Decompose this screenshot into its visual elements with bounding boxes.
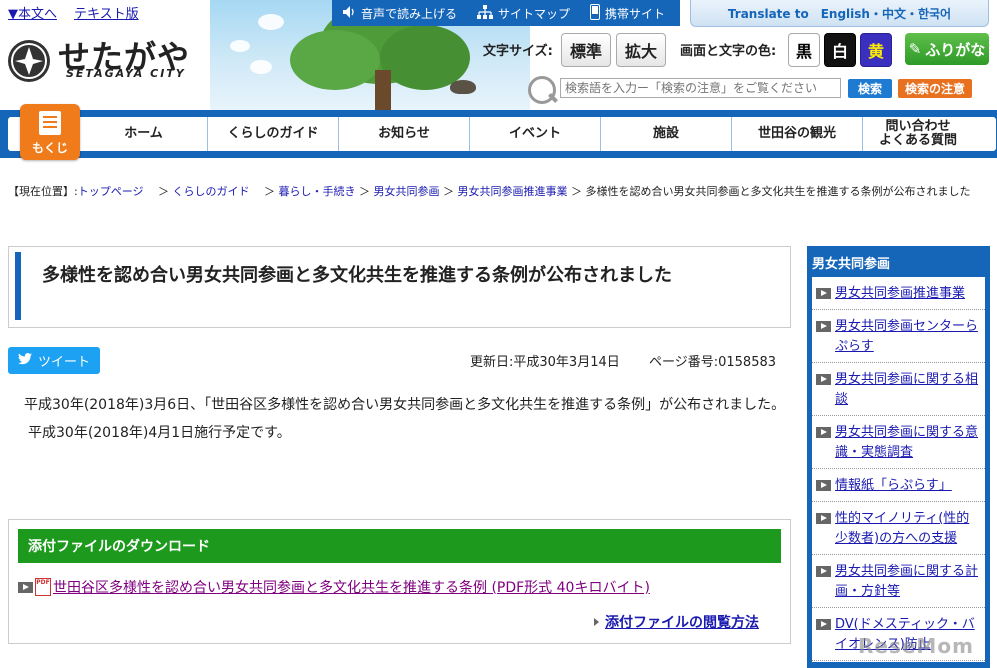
translate-link[interactable]: Translate to English・中文・한국어	[690, 0, 989, 27]
nav-item-contact-faq[interactable]: 問い合わせ よくある質問	[863, 117, 973, 151]
book-icon	[39, 111, 61, 135]
breadcrumb-sep: ＞	[147, 185, 173, 198]
arrow-right-icon	[816, 427, 831, 438]
text-version-link[interactable]: テキスト版	[74, 3, 139, 22]
speaker-icon	[342, 5, 356, 22]
sidebar-link-survey[interactable]: 男女共同参画に関する意識・実態調査	[835, 423, 979, 463]
arrow-right-icon	[816, 321, 831, 332]
sidebar-item: 男女共同参画推進事業	[812, 277, 985, 310]
arrow-right-icon	[816, 288, 831, 299]
breadcrumb-sep: ＞	[571, 185, 586, 198]
sidebar-link-center[interactable]: 男女共同参画センターらぷらす	[835, 317, 979, 357]
skip-to-content-link[interactable]: ▼本文へ	[8, 3, 57, 22]
color-black-button[interactable]: 黒	[788, 33, 820, 67]
arrow-right-icon	[816, 619, 831, 630]
arrow-right-icon	[816, 513, 831, 524]
read-aloud-label: 音声で読み上げる	[361, 6, 458, 21]
nav-item-tourism[interactable]: 世田谷の観光	[732, 117, 863, 151]
arrow-right-icon	[816, 374, 831, 385]
breadcrumb-sep: ＞	[253, 185, 279, 198]
breadcrumb: 【現在位置】:トップページ ＞ くらしのガイド ＞ 暮らし・手続き ＞ 男女共同…	[8, 180, 983, 204]
sidebar-item: 男女共同参画センターらぷらす	[812, 310, 985, 363]
attachment-pdf-link[interactable]: 世田谷区多様性を認め合い男女共同参画と多文化共生を推進する条例 (PDF形式 4…	[53, 577, 650, 597]
search-button[interactable]: 検索	[848, 79, 892, 98]
mokuji-label: もくじ	[31, 141, 68, 155]
mokuji-button[interactable]: もくじ	[20, 104, 80, 160]
sidebar-link-plans[interactable]: 男女共同参画に関する計画・方針等	[835, 562, 979, 602]
article-paragraph: 平成30年(2018年)4月1日施行予定です。	[28, 425, 291, 441]
pencil-icon: ✎	[908, 40, 922, 58]
font-size-large-button[interactable]: 拡大	[616, 33, 666, 67]
sitemap-label: サイトマップ	[498, 6, 571, 21]
search-caution-button[interactable]: 検索の注意	[898, 79, 972, 98]
nav-item-home[interactable]: ホーム	[80, 117, 208, 151]
utility-bar: 音声で読み上げる サイトマップ 携帯サイト	[332, 0, 680, 26]
sidebar-link-promotion[interactable]: 男女共同参画推進事業	[835, 284, 965, 304]
article-body: 平成30年(2018年)3月6日、「世田谷区多様性を認め合い男女共同参画と多文化…	[8, 393, 788, 445]
sitemap-link[interactable]: サイトマップ	[467, 4, 580, 22]
article-paragraph: 平成30年(2018年)3月6日、「世田谷区多様性を認め合い男女共同参画と多文化…	[24, 397, 786, 413]
breadcrumb-link-top[interactable]: トップページ	[78, 185, 144, 198]
search-input[interactable]	[560, 78, 841, 98]
triangle-right-icon	[594, 618, 599, 626]
attachment-howto: 添付ファイルの閲覧方法	[594, 612, 759, 632]
page-number: ページ番号:0158583	[649, 355, 777, 370]
breadcrumb-link-procedures[interactable]: 暮らし・手続き	[279, 185, 356, 198]
breadcrumb-link-promotion[interactable]: 男女共同参画推進事業	[458, 185, 568, 198]
attachment-heading: 添付ファイルのダウンロード	[18, 529, 781, 563]
sidebar-link-consultation[interactable]: 男女共同参画に関する相談	[835, 370, 979, 410]
twitter-bird-icon	[17, 352, 32, 369]
sidebar-item: 男女共同参画に関する意識・実態調査	[812, 416, 985, 469]
furigana-label: ふりがな	[925, 40, 986, 59]
nav-item-news[interactable]: お知らせ	[339, 117, 470, 151]
color-white-button[interactable]: 白	[824, 33, 856, 67]
tweet-button[interactable]: ツイート	[8, 347, 100, 374]
nav-item-events[interactable]: イベント	[470, 117, 601, 151]
site-logo-sub: SETAGAYA CITY	[66, 67, 186, 80]
furigana-button[interactable]: ✎ ふりがな	[905, 33, 989, 65]
attachment-item: PDF 世田谷区多様性を認め合い男女共同参画と多文化共生を推進する条例 (PDF…	[18, 577, 778, 597]
mobile-site-link[interactable]: 携帯サイト	[580, 3, 675, 23]
color-scheme-label: 画面と文字の色:	[680, 44, 777, 59]
sitemap-icon	[477, 4, 494, 22]
tweet-label: ツイート	[37, 355, 90, 370]
breadcrumb-link-guide[interactable]: くらしのガイド	[173, 185, 250, 198]
sidebar-link-newsletter[interactable]: 情報紙「らぷらす」	[835, 476, 952, 496]
sidebar-item: 男女共同参画に関する計画・方針等	[812, 555, 985, 608]
breadcrumb-sep: ＞	[443, 185, 458, 198]
arrow-right-icon	[816, 566, 831, 577]
sidebar-item: 男女共同参画に関する相談	[812, 363, 985, 416]
global-nav: ホーム くらしのガイド お知らせ イベント 施設 世田谷の観光 問い合わせ よく…	[8, 117, 996, 151]
page-title: 多様性を認め合い男女共同参画と多文化共生を推進する条例が公布されました	[42, 265, 672, 286]
arrow-right-icon	[18, 581, 33, 593]
mobile-site-label: 携帯サイト	[605, 6, 666, 21]
sidebar-item: 情報紙「らぷらす」	[812, 469, 985, 502]
mobile-phone-icon	[590, 3, 601, 23]
arrow-right-icon	[816, 480, 831, 491]
font-size-label: 文字サイズ:	[483, 44, 553, 59]
read-aloud-link[interactable]: 音声で読み上げる	[332, 5, 467, 22]
sidebar-list: 男女共同参画推進事業 男女共同参画センターらぷらす 男女共同参画に関する相談 男…	[812, 277, 985, 662]
font-size-normal-button[interactable]: 標準	[561, 33, 611, 67]
updated-date: 更新日:平成30年3月14日	[470, 355, 620, 370]
breadcrumb-current: 多様性を認め合い男女共同参画と多文化共生を推進する条例が公布されました	[585, 185, 971, 198]
color-yellow-button[interactable]: 黄	[860, 33, 892, 67]
breadcrumb-sep: ＞	[359, 185, 374, 198]
sidebar-item: 性的マイノリティ(性的少数者)の方への支援	[812, 502, 985, 555]
nav-item-living-guide[interactable]: くらしのガイド	[208, 117, 339, 151]
pdf-icon: PDF	[35, 578, 51, 596]
setagaya-emblem-icon	[8, 40, 50, 82]
attachment-howto-link[interactable]: 添付ファイルの閲覧方法	[605, 612, 759, 632]
breadcrumb-prefix: 【現在位置】:	[8, 185, 78, 198]
sidebar-heading: 男女共同参画	[812, 257, 891, 272]
breadcrumb-link-gender-equality[interactable]: 男女共同参画	[374, 185, 440, 198]
sidebar-link-lgbt-support[interactable]: 性的マイノリティ(性的少数者)の方への支援	[835, 509, 979, 549]
watermark: ReseMom	[858, 634, 974, 658]
page-title-accent	[15, 252, 21, 320]
nav-item-facilities[interactable]: 施設	[601, 117, 732, 151]
